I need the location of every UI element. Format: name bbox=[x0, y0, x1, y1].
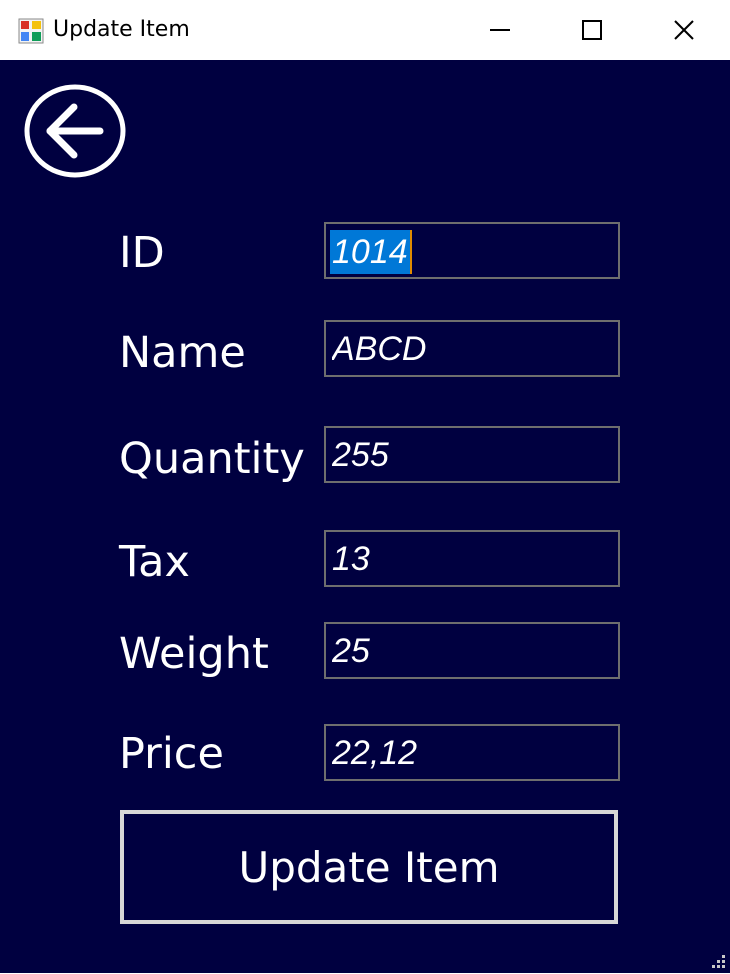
minimize-button[interactable] bbox=[454, 0, 546, 60]
name-field[interactable] bbox=[324, 320, 620, 377]
maximize-icon bbox=[582, 20, 602, 40]
id-field[interactable]: 1014 bbox=[324, 222, 620, 279]
weight-input[interactable] bbox=[332, 630, 612, 672]
window-title: Update Item bbox=[53, 17, 190, 42]
id-label: ID bbox=[119, 228, 165, 278]
update-item-button[interactable]: Update Item bbox=[120, 810, 618, 924]
price-input[interactable] bbox=[332, 732, 612, 774]
close-button[interactable] bbox=[638, 0, 730, 60]
minimize-icon bbox=[490, 29, 510, 31]
maximize-button[interactable] bbox=[546, 0, 638, 60]
close-icon bbox=[674, 20, 694, 40]
quantity-label: Quantity bbox=[119, 434, 305, 484]
price-label: Price bbox=[119, 729, 224, 779]
name-input[interactable] bbox=[332, 328, 612, 370]
id-input[interactable]: 1014 bbox=[330, 230, 412, 274]
weight-label: Weight bbox=[119, 629, 269, 679]
title-bar: Update Item bbox=[0, 0, 730, 60]
quantity-input[interactable] bbox=[332, 434, 612, 476]
name-label: Name bbox=[119, 328, 246, 378]
tax-label: Tax bbox=[119, 537, 190, 587]
tax-field[interactable] bbox=[324, 530, 620, 587]
back-button[interactable] bbox=[24, 84, 126, 178]
app-icon[interactable] bbox=[18, 18, 44, 44]
quantity-field[interactable] bbox=[324, 426, 620, 483]
back-arrow-icon bbox=[24, 84, 126, 178]
weight-field[interactable] bbox=[324, 622, 620, 679]
tax-input[interactable] bbox=[332, 538, 612, 580]
price-field[interactable] bbox=[324, 724, 620, 781]
resize-grip-icon[interactable] bbox=[710, 953, 726, 969]
